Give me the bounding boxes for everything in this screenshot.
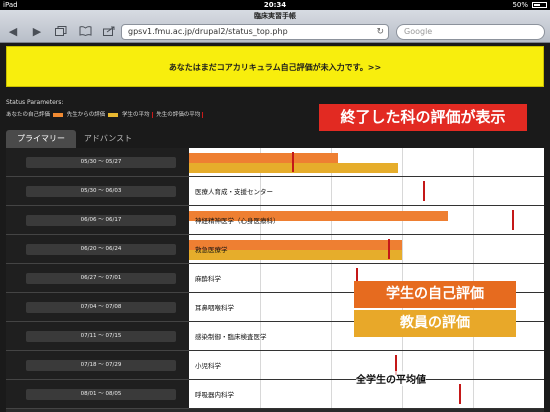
department-label: 救急医療学 <box>195 246 228 254</box>
battery-percent: 50% <box>512 1 528 9</box>
row-period-cell: 08/01 ～ 08/05 <box>6 380 189 409</box>
row-period-cell: 05/30 ～ 06/03 <box>6 177 189 206</box>
gridline <box>402 148 403 176</box>
annotation-student-self-eval: 学生の自己評価 <box>354 281 516 308</box>
legend: あなたの自己評価 先生からの評価 学生の平均 先生の評価の平均 <box>6 110 205 118</box>
url-text: gpsv1.fmu.ac.jp/drupal2/status_top.php <box>128 27 288 36</box>
gridline <box>473 148 474 176</box>
period-label: 07/11 ～ 07/15 <box>26 331 176 342</box>
clock: 20:34 <box>263 1 287 9</box>
row-period-cell: 07/18 ～ 07/29 <box>6 351 189 380</box>
gridline <box>473 235 474 263</box>
legend-title: Status Parameters: <box>6 99 64 106</box>
period-label: 07/04 ～ 07/08 <box>26 302 176 313</box>
department-label: 小児科学 <box>195 362 221 370</box>
legend-student-avg-marker <box>151 111 153 118</box>
department-label: 麻酔科学 <box>195 275 221 283</box>
legend-self-swatch <box>53 112 64 117</box>
chart-row[interactable]: 08/01 ～ 08/05 呼吸器内科学 <box>6 380 544 409</box>
tab-advanced[interactable]: アドバンスト <box>78 130 138 148</box>
gridline <box>331 380 332 408</box>
row-period-cell: 06/20 ～ 06/24 <box>6 235 189 264</box>
gridline <box>260 380 261 408</box>
annotation-completed-departments: 終了した科の評価が表示 <box>319 104 527 131</box>
period-label: 08/01 ～ 08/05 <box>26 389 176 400</box>
department-label: 耳鼻咽喉科学 <box>195 304 234 312</box>
chart-row[interactable]: 06/06 ～ 06/17 神経精神医学（心身医療科） <box>6 206 544 235</box>
gridline <box>260 351 261 379</box>
row-period-cell: 06/27 ～ 07/01 <box>6 264 189 293</box>
search-input[interactable]: Google <box>396 24 545 40</box>
tab-primary[interactable]: プライマリー <box>6 130 76 148</box>
url-bar[interactable]: gpsv1.fmu.ac.jp/drupal2/status_top.php ↻ <box>121 24 389 40</box>
ios-status-bar: iPad 20:34 50% <box>0 0 550 10</box>
row-period-cell: 07/11 ～ 07/15 <box>6 322 189 351</box>
gridline <box>260 293 261 321</box>
page-title: 臨床実習手帳 <box>254 12 296 20</box>
gridline <box>473 177 474 205</box>
student-average-marker <box>459 384 461 404</box>
forward-icon[interactable]: ▶ <box>30 26 44 37</box>
gridline <box>331 322 332 350</box>
chart-row[interactable]: 07/18 ～ 07/29 小児科学 <box>6 351 544 380</box>
chart-row[interactable]: 05/30 ～ 05/27 <box>6 148 544 177</box>
period-label: 05/30 ～ 06/03 <box>26 186 176 197</box>
department-label: 感染制御・臨床検査医学 <box>195 333 267 341</box>
student-average-marker <box>512 210 514 230</box>
gridline <box>473 206 474 234</box>
gridline <box>331 177 332 205</box>
legend-student-avg-label: 学生の平均 <box>122 112 150 118</box>
gridline <box>260 264 261 292</box>
period-label: 06/20 ～ 06/24 <box>26 244 176 255</box>
department-label: 医療人育成・支援センター <box>195 188 273 196</box>
gridline <box>473 380 474 408</box>
self-evaluation-bar <box>189 153 338 163</box>
row-bar-area: 神経精神医学（心身医療科） <box>189 206 544 235</box>
annotation-overall-average: 全学生の平均値 <box>356 371 426 386</box>
share-icon[interactable] <box>102 26 116 37</box>
bookmarks-icon[interactable] <box>78 26 92 37</box>
period-label: 06/06 ～ 06/17 <box>26 215 176 226</box>
row-period-cell: 07/04 ～ 07/08 <box>6 293 189 322</box>
legend-teacher-swatch <box>108 112 119 117</box>
period-label: 07/18 ～ 07/29 <box>26 360 176 371</box>
gridline <box>331 293 332 321</box>
annotation-teacher-eval: 教員の評価 <box>354 310 516 337</box>
legend-teacher-avg-marker <box>202 111 204 118</box>
legend-teacher-avg-label: 先生の評価の平均 <box>156 112 201 118</box>
gridline <box>331 264 332 292</box>
browser-toolbar: 臨床実習手帳 ◀ ▶ gpsv1.fmu.ac.jp/drupal2/statu… <box>0 10 550 43</box>
student-average-marker <box>292 152 294 172</box>
period-label: 06/27 ～ 07/01 <box>26 273 176 284</box>
chart-row[interactable]: 06/20 ～ 06/24 救急医療学 <box>6 235 544 264</box>
student-average-marker <box>388 239 390 259</box>
legend-teacher-label: 先生からの評価 <box>66 112 106 118</box>
tabs-icon[interactable] <box>54 26 68 37</box>
evaluation-chart: 05/30 ～ 05/27 05/30 ～ 06/03 医療人育成・支援センター 06… <box>6 148 544 412</box>
row-bar-area <box>189 148 544 177</box>
legend-self-label: あなたの自己評価 <box>6 112 51 118</box>
chart-row[interactable]: 05/30 ～ 06/03 医療人育成・支援センター <box>6 177 544 206</box>
reload-icon[interactable]: ↻ <box>376 25 384 39</box>
row-bar-area: 救急医療学 <box>189 235 544 264</box>
gridline <box>473 351 474 379</box>
battery-icon <box>532 2 547 8</box>
gridline <box>402 235 403 263</box>
student-average-marker <box>423 181 425 201</box>
row-period-cell: 05/30 ～ 05/27 <box>6 148 189 177</box>
period-label: 05/30 ～ 05/27 <box>26 157 176 168</box>
department-label: 呼吸器内科学 <box>195 391 234 399</box>
row-bar-area: 医療人育成・支援センター <box>189 177 544 206</box>
gridline <box>402 177 403 205</box>
back-icon[interactable]: ◀ <box>6 26 20 37</box>
self-evaluation-notice-link[interactable]: あなたはまだコアカリキュラム自己評価が未入力です。>> <box>6 46 544 87</box>
row-period-cell: 06/06 ～ 06/17 <box>6 206 189 235</box>
gridline <box>331 351 332 379</box>
department-label: 神経精神医学（心身医療科） <box>195 217 280 225</box>
